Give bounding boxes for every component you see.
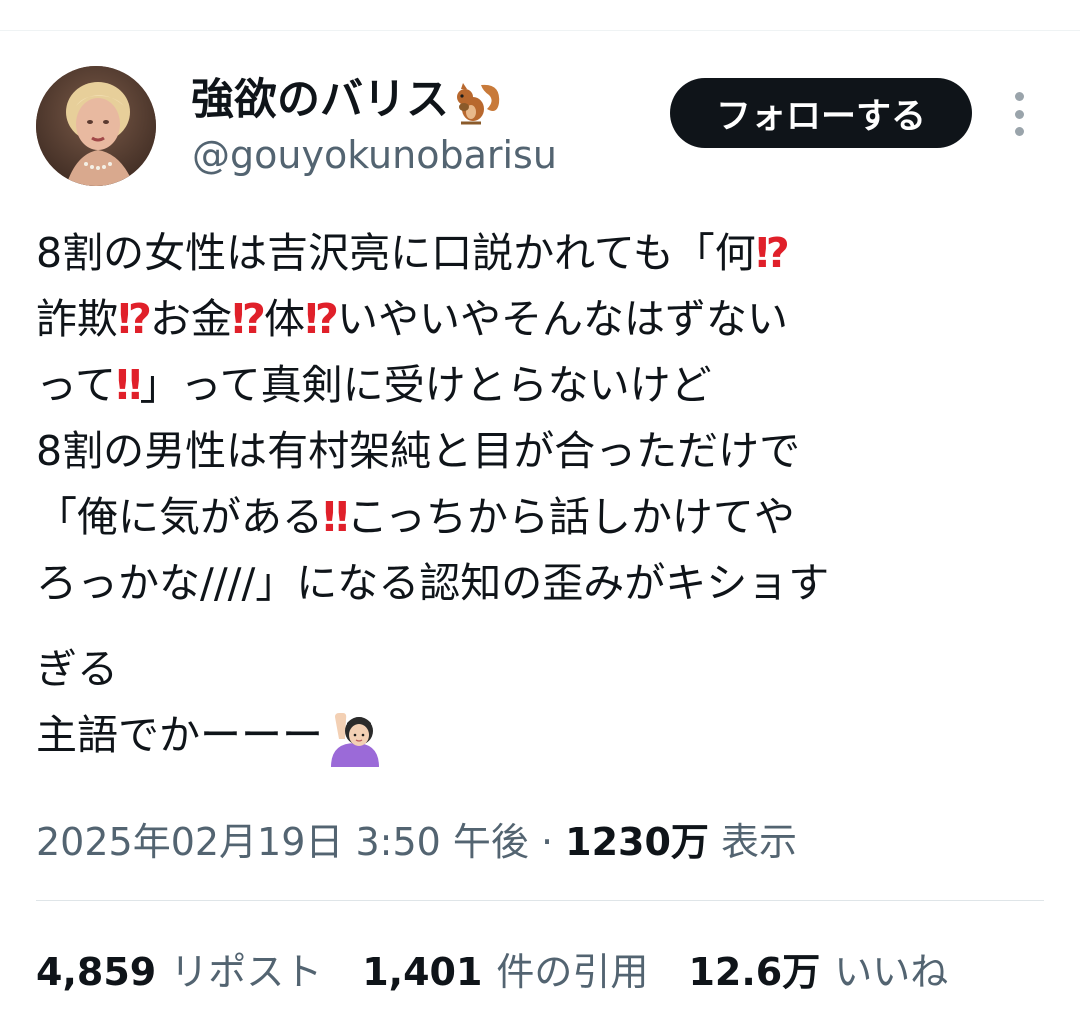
stats-divider xyxy=(36,900,1044,901)
squirrel-emoji-icon xyxy=(457,82,500,124)
interrobang-emoji: ⁉ xyxy=(118,295,152,343)
avatar[interactable] xyxy=(36,66,156,186)
interrobang-emoji: ⁉ xyxy=(231,295,266,343)
tweet-line: ぎる xyxy=(36,645,118,693)
follow-button[interactable]: フォローする xyxy=(670,78,972,148)
tweet-line: って‼」って真剣に受けとらないけど xyxy=(36,361,712,409)
more-vertical-icon[interactable] xyxy=(1004,92,1034,136)
interrobang-emoji: ⁉ xyxy=(304,295,339,343)
display-name[interactable]: 強欲のバリス xyxy=(191,72,503,128)
likes-stat[interactable]: 12.6万 いいね xyxy=(688,944,948,1000)
double-exclamation-emoji: ‼ xyxy=(115,361,142,409)
quotes-stat[interactable]: 1,401 件の引用 xyxy=(362,944,648,1000)
top-divider xyxy=(0,30,1080,31)
tweet-line: ろっかな////」になる認知の歪みがキショす xyxy=(36,559,830,607)
reposts-count: 4,859 xyxy=(36,950,157,994)
tweet-line: 詐欺⁉お金⁉体⁉いやいやそんなはずない xyxy=(36,295,788,343)
reposts-stat[interactable]: 4,859 リポスト xyxy=(36,944,322,1000)
tweet-detail-page: 強欲のバリス @gouyokunobarisu フォローする 8割の女性は吉沢亮… xyxy=(0,0,1080,1024)
profile-photo-icon xyxy=(36,66,156,186)
tweet-line: 主語でかーーー xyxy=(36,702,1056,768)
views-count: 1230万 xyxy=(565,820,709,864)
tweet-text: 8割の女性は吉沢亮に口説かれても「何⁉ 詐欺⁉お金⁉体⁉いやいやそんなはずない … xyxy=(36,220,1056,768)
tweet-line: 「俺に気がある‼こっちから話しかけてや xyxy=(36,493,795,541)
views-label: 表示 xyxy=(708,820,798,864)
double-exclamation-emoji: ‼ xyxy=(323,493,349,541)
tweet-line: 8割の男性は有村架純と目が合っただけで xyxy=(36,427,801,475)
timestamp-text: 2025年02月19日 3:50 午後 · xyxy=(36,820,566,864)
engagement-stats: 4,859 リポスト 1,401 件の引用 12.6万 いいね xyxy=(36,944,988,1000)
likes-label: いいね xyxy=(834,950,949,994)
reposts-label: リポスト xyxy=(170,950,323,994)
likes-count: 12.6万 xyxy=(688,950,821,994)
display-name-text: 強欲のバリス xyxy=(191,75,449,125)
user-handle[interactable]: @gouyokunobarisu xyxy=(192,130,557,180)
interrobang-emoji: ⁉ xyxy=(755,229,790,277)
quotes-label: 件の引用 xyxy=(496,950,649,994)
tweet-timestamp[interactable]: 2025年02月19日 3:50 午後 · 1230万 表示 xyxy=(36,814,797,870)
quotes-count: 1,401 xyxy=(362,950,483,994)
tweet-line: 8割の女性は吉沢亮に口説かれても「何⁉ xyxy=(36,229,790,277)
person-raising-hand-emoji-icon xyxy=(331,713,379,767)
